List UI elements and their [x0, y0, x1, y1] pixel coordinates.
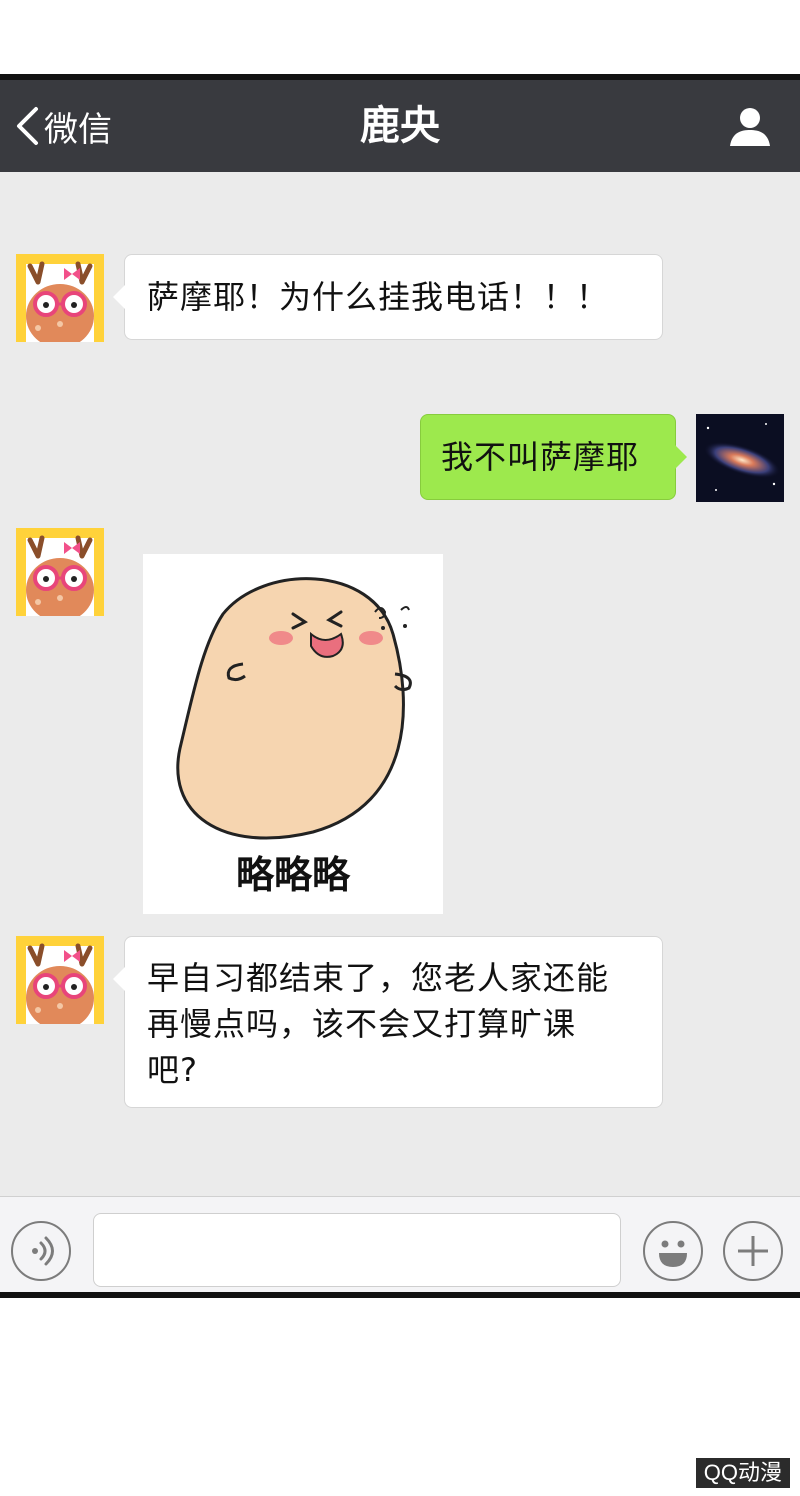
- chat-screen: 微信 鹿央 萨摩耶！为什么挂我电话！！！ 我不叫萨摩耶 略略略 早自习都结束了，…: [0, 74, 800, 1298]
- plus-icon: [738, 1236, 768, 1266]
- deer-avatar-icon: [16, 254, 104, 342]
- sticker-message[interactable]: 略略略: [143, 554, 443, 914]
- message-text-line: 吧?: [147, 1051, 198, 1089]
- back-button[interactable]: 微信: [14, 80, 112, 172]
- back-label: 微信: [44, 109, 112, 150]
- message-bubble-incoming[interactable]: 萨摩耶！为什么挂我电话！！！: [113, 254, 663, 340]
- message-input[interactable]: [93, 1213, 621, 1287]
- chevron-left-icon: [17, 107, 38, 145]
- deer-avatar-icon: [16, 528, 104, 616]
- voice-icon: [32, 1236, 54, 1266]
- sticker-caption: 略略略: [235, 853, 350, 897]
- more-button[interactable]: [723, 1221, 783, 1281]
- person-icon[interactable]: [728, 104, 772, 148]
- message-text-line: 再慢点吗，该不会又打算旷课: [147, 1005, 577, 1043]
- navigation-bar: 微信 鹿央: [0, 80, 800, 172]
- input-bar: [0, 1196, 800, 1292]
- my-avatar[interactable]: [696, 414, 784, 502]
- message-bubble-outgoing[interactable]: 我不叫萨摩耶: [420, 414, 687, 500]
- message-bubble-incoming[interactable]: 早自习都结束了，您老人家还能 再慢点吗，该不会又打算旷课 吧?: [113, 936, 663, 1108]
- galaxy-avatar-icon: [696, 414, 784, 502]
- message-text: 萨摩耶！为什么挂我电话！！！: [147, 278, 610, 316]
- contact-avatar[interactable]: [16, 254, 104, 342]
- message-text-line: 早自习都结束了，您老人家还能: [147, 959, 610, 997]
- emoji-icon: [659, 1240, 687, 1267]
- chat-title: 鹿央: [360, 103, 440, 149]
- message-text: 我不叫萨摩耶: [441, 438, 640, 476]
- deer-avatar-icon: [16, 936, 104, 1024]
- contact-avatar[interactable]: [16, 936, 104, 1024]
- contact-avatar[interactable]: [16, 528, 104, 616]
- voice-button[interactable]: [11, 1221, 71, 1281]
- emoji-button[interactable]: [643, 1221, 703, 1281]
- watermark: QQ动漫: [695, 1458, 790, 1488]
